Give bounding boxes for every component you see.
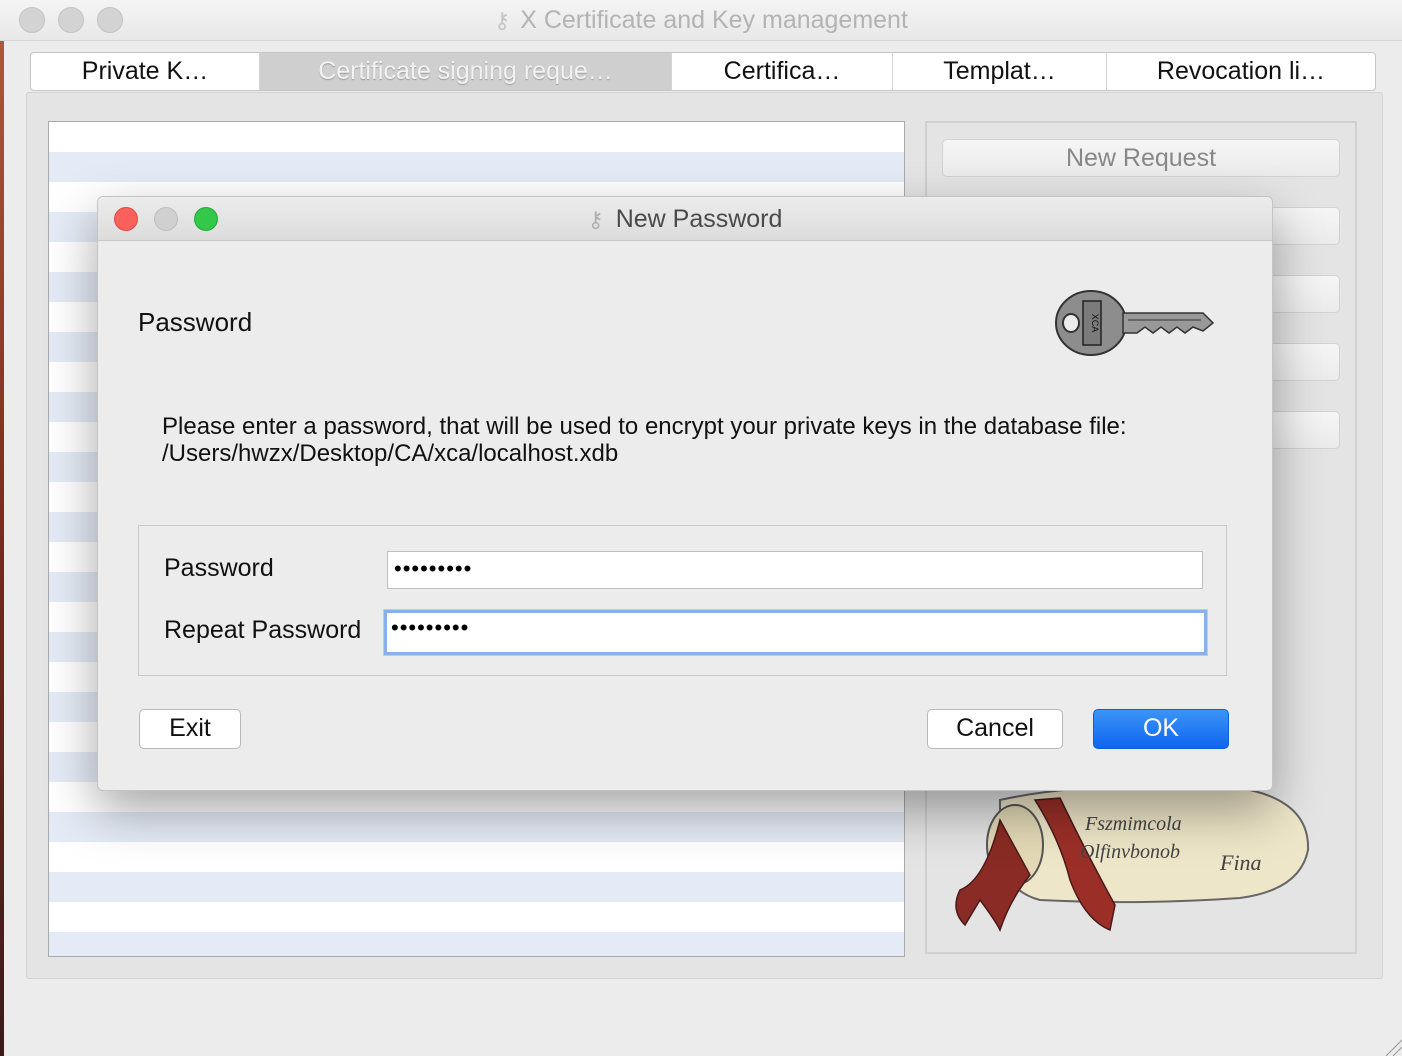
dialog-title: ⚷ New Password: [98, 205, 1272, 234]
svg-text:Olfinvbonob: Olfinvbonob: [1080, 841, 1180, 863]
tab-private-keys[interactable]: Private K…: [31, 53, 260, 90]
password-field[interactable]: •••••••••: [387, 551, 1203, 589]
dialog-titlebar[interactable]: ⚷ New Password: [98, 197, 1272, 241]
tab-certificate-signing-requests[interactable]: Certificate signing reque…: [260, 53, 672, 90]
certificate-scroll-image: Fszmimcola Olfinvbonob Fina: [955, 784, 1310, 932]
dialog-heading: Password: [138, 307, 253, 337]
tab-revocation-lists[interactable]: Revocation li…: [1107, 53, 1375, 90]
desktop-edge: [0, 0, 4, 1056]
exit-button[interactable]: Exit: [139, 709, 241, 749]
new-password-dialog: ⚷ New Password Password XCA Please enter …: [97, 196, 1273, 791]
ok-button[interactable]: OK: [1093, 709, 1229, 749]
main-window-title: ⚷ X Certificate and Key management: [0, 6, 1402, 35]
dialog-title-text: New Password: [615, 205, 783, 233]
password-label: Password: [164, 554, 274, 582]
main-tab-bar: Private K… Certificate signing reque… Ce…: [30, 52, 1376, 91]
resize-grip-icon[interactable]: [1382, 1036, 1402, 1056]
repeat-password-label: Repeat Password: [164, 616, 362, 644]
password-form-group: Password ••••••••• Repeat Password •••••…: [138, 525, 1227, 676]
key-icon: ⚷: [494, 8, 511, 33]
database-file-path: /Users/hwzx/Desktop/CA/xca/localhost.xdb: [162, 440, 619, 467]
key-icon: ⚷: [587, 207, 604, 232]
svg-text:Fina: Fina: [1219, 850, 1262, 875]
svg-text:Fszmimcola: Fszmimcola: [1084, 813, 1182, 835]
cancel-button[interactable]: Cancel: [927, 709, 1063, 749]
main-window-titlebar[interactable]: ⚷ X Certificate and Key management: [0, 0, 1402, 41]
message-line: Please enter a password, that will be us…: [162, 413, 1127, 440]
tab-templates[interactable]: Templat…: [893, 53, 1107, 90]
tab-certificates[interactable]: Certifica…: [672, 53, 893, 90]
svg-text:XCA: XCA: [1090, 314, 1100, 333]
key-icon: XCA: [1055, 290, 1215, 356]
new-request-button[interactable]: New Request: [942, 139, 1340, 177]
dialog-message: Please enter a password, that will be us…: [162, 413, 1127, 467]
main-window-title-text: X Certificate and Key management: [520, 6, 908, 34]
repeat-password-field[interactable]: •••••••••: [384, 610, 1207, 655]
